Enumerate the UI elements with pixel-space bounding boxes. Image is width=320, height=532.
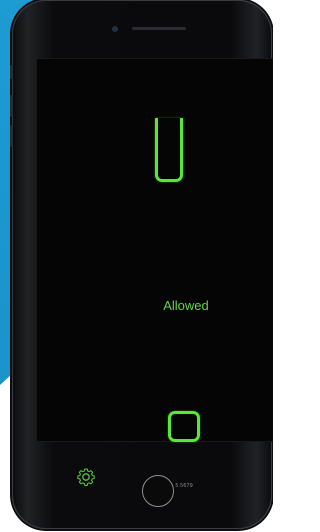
screenshot-stage: Allowed 5.5679 — [0, 0, 273, 532]
gear-icon[interactable] — [76, 467, 96, 487]
front-camera — [112, 26, 118, 32]
app-screen: Allowed 5.5679 — [36, 58, 273, 489]
phone-device: Allowed 5.5679 — [10, 0, 273, 529]
volume-up-side-button — [10, 95, 13, 117]
top-green-indicator — [155, 118, 183, 182]
mute-side-button — [10, 65, 13, 79]
bottom-green-indicator — [168, 411, 200, 442]
volume-down-side-button — [10, 125, 13, 147]
earpiece-speaker — [132, 27, 186, 30]
app-version-label: 5.5679 — [175, 483, 193, 489]
home-button[interactable] — [142, 475, 174, 507]
status-label: Allowed — [163, 298, 209, 313]
